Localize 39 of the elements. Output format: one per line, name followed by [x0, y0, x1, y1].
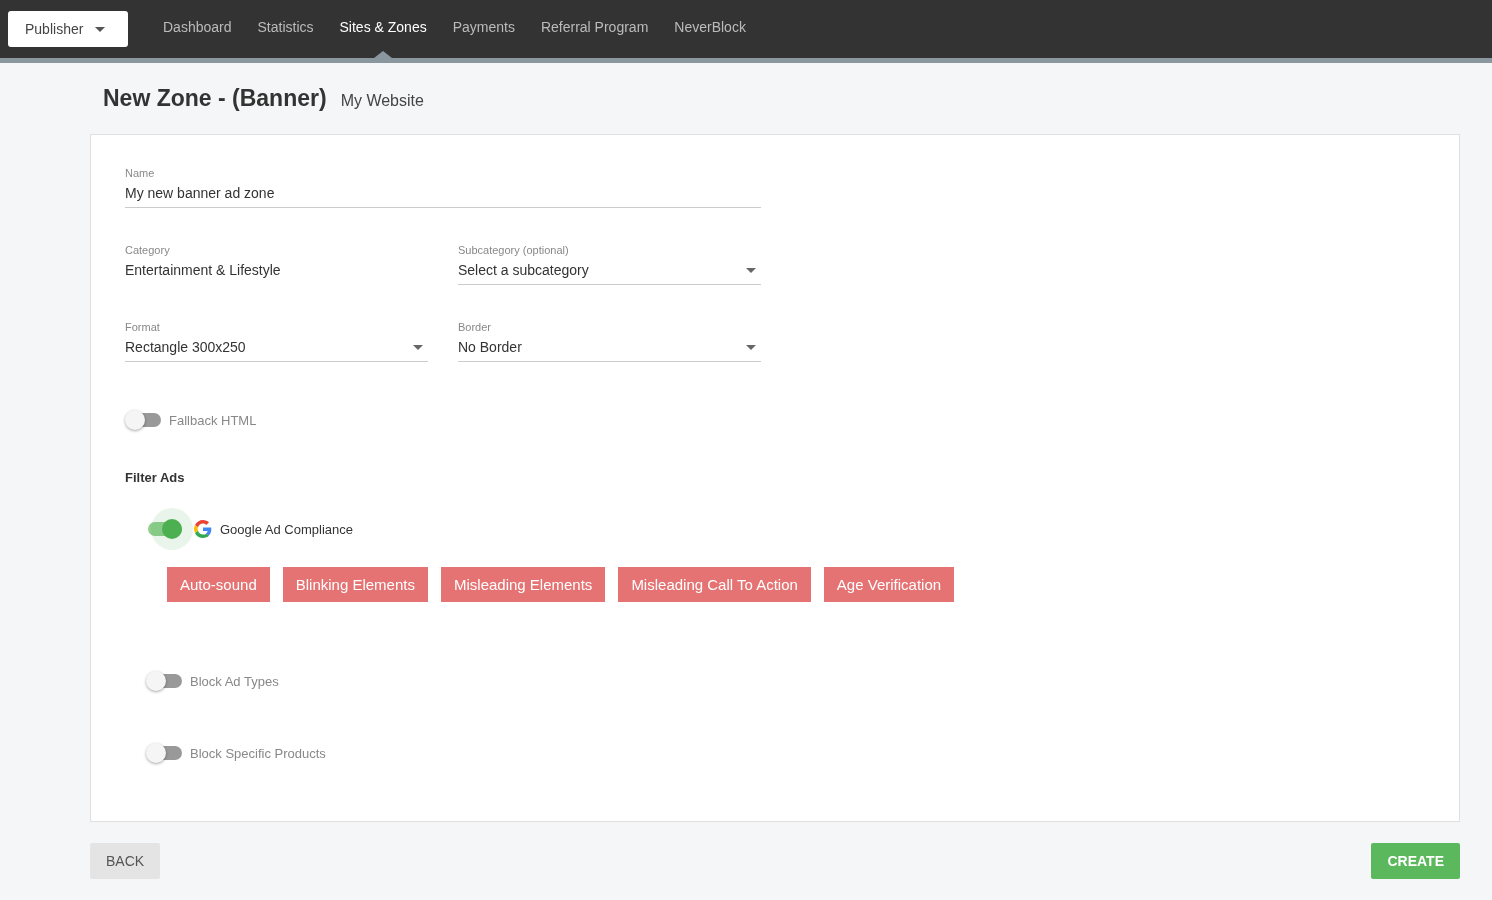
toggle-label: Block Ad Types: [190, 673, 279, 689]
caret-icon: [413, 344, 423, 350]
field-label: Format: [125, 321, 161, 333]
toggle-label: Fallback HTML: [169, 412, 257, 428]
page-title: New Zone - (Banner): [103, 85, 327, 112]
nav-tab[interactable]: Referral Program: [540, 0, 649, 58]
nav-tab[interactable]: Sites & Zones: [339, 0, 427, 58]
toggle-label: Google Ad Compliance: [220, 521, 353, 537]
filter-tag: Misleading Elements: [440, 567, 606, 602]
back-button[interactable]: BACK: [90, 843, 161, 879]
nav-tab[interactable]: NeverBlock: [674, 0, 746, 58]
toggle-switch[interactable]: [146, 743, 182, 763]
select-dropdown[interactable]: Select a subcategory: [458, 262, 761, 285]
nav-tab[interactable]: Statistics: [257, 0, 314, 58]
toggle-switch[interactable]: [146, 671, 182, 691]
filter-tag: Auto-sound: [167, 567, 270, 602]
select-dropdown[interactable]: Rectangle 300x250: [125, 339, 428, 362]
select-dropdown[interactable]: No Border: [458, 339, 761, 362]
toggle-switch[interactable]: [146, 519, 182, 539]
caret-icon: [95, 26, 106, 32]
name-input-field[interactable]: My new banner ad zone: [125, 185, 761, 208]
google-g-icon: [194, 520, 212, 538]
section-heading: Filter Ads: [125, 470, 186, 485]
nav-tab[interactable]: Payments: [452, 0, 515, 58]
toggle-switch[interactable]: [125, 410, 161, 430]
filter-tag: Misleading Call To Action: [618, 567, 811, 602]
site-name: My Website: [340, 92, 424, 110]
nav-tab[interactable]: Dashboard: [163, 0, 232, 58]
account-dropdown[interactable]: Publisher: [8, 11, 128, 47]
field-label: Subcategory (optional): [458, 244, 570, 256]
field-label: Category: [125, 244, 171, 256]
caret-icon: [746, 344, 756, 350]
field-label: Name: [125, 167, 156, 179]
field-label: Border: [458, 321, 493, 333]
toggle-label: Block Specific Products: [190, 745, 326, 761]
filter-tag: Blinking Elements: [282, 567, 428, 602]
category-value: Entertainment & Lifestyle: [125, 262, 282, 280]
filter-tag: Age Verification: [823, 567, 955, 602]
caret-icon: [746, 267, 756, 273]
